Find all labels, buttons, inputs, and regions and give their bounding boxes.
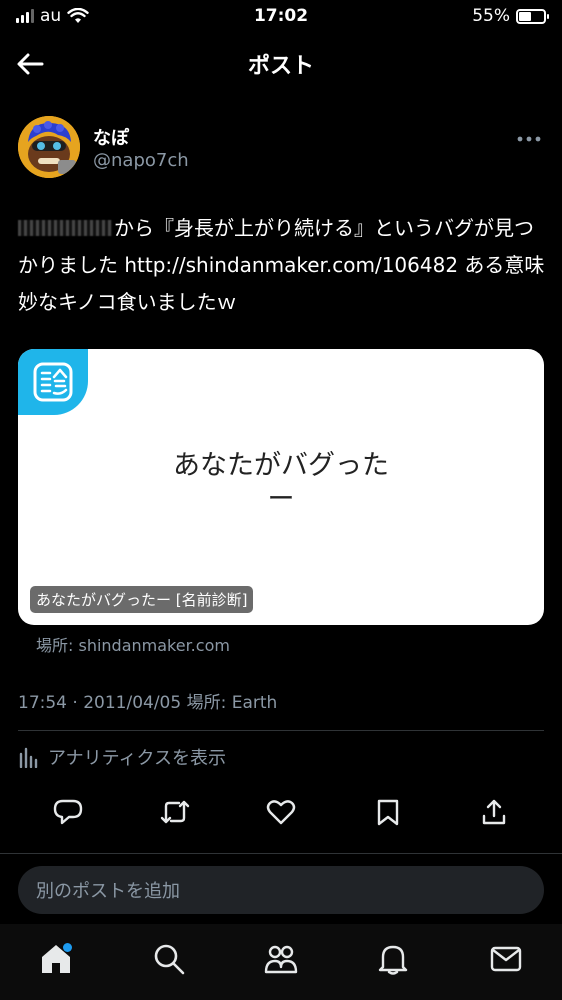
repost-icon (160, 800, 189, 824)
repost-button[interactable] (159, 796, 191, 828)
signal-icon (16, 9, 34, 23)
status-bar: au 17:02 55% (0, 0, 562, 32)
comment-icon (53, 799, 83, 825)
page-title: ポスト (247, 54, 314, 79)
tab-home[interactable] (34, 937, 78, 981)
tab-search[interactable] (147, 937, 191, 981)
wifi-icon (67, 8, 89, 23)
top-navigation-bar: ポスト (0, 32, 562, 96)
author-display-name[interactable]: なぽ (93, 124, 129, 150)
bell-icon (379, 945, 408, 975)
more-options-button[interactable] (516, 132, 542, 143)
like-button[interactable] (265, 796, 297, 828)
avatar[interactable] (18, 116, 80, 178)
bookmark-button[interactable] (372, 796, 404, 828)
bottom-tab-bar (0, 924, 562, 1000)
mail-icon (490, 946, 521, 972)
post-timestamp: 17:54 · 2011/04/05 場所: Earth (18, 693, 278, 713)
analytics-label: アナリティクスを表示 (48, 748, 227, 769)
share-icon (482, 799, 506, 825)
battery-percent: 55% (472, 6, 510, 26)
status-left: au (16, 6, 89, 26)
bar-chart-icon (19, 747, 38, 768)
view-analytics-link[interactable]: アナリティクスを表示 (18, 744, 226, 770)
divider (0, 853, 562, 854)
shindanmaker-logo (18, 349, 88, 415)
more-horizontal-icon (517, 136, 541, 142)
status-right: 55% (472, 6, 549, 26)
battery-icon (516, 8, 549, 24)
card-domain[interactable]: 場所: shindanmaker.com (36, 632, 230, 656)
diagnosis-icon (33, 362, 73, 402)
card-title-line-1: あなたがバグった (173, 450, 389, 481)
share-button[interactable] (478, 796, 510, 828)
communities-icon (264, 945, 298, 974)
back-button[interactable] (14, 50, 46, 78)
search-icon (154, 944, 184, 975)
carrier-label: au (40, 6, 62, 26)
redacted-text (18, 220, 112, 236)
tab-notifications[interactable] (371, 937, 415, 981)
post-actions (18, 790, 544, 834)
author-handle[interactable]: @napo7ch (93, 150, 189, 171)
tab-messages[interactable] (484, 937, 528, 981)
battery-level (519, 11, 532, 21)
heart-icon (266, 800, 296, 825)
bookmark-icon (377, 799, 398, 826)
post-text: から『身長が上がり続ける』というバグが見つかりました http://shinda… (18, 210, 548, 321)
avatar-image (18, 116, 80, 178)
card-caption: あなたがバグったー [名前診断] (30, 586, 254, 613)
card-title: あなたがバグった ー (18, 449, 544, 517)
tab-communities[interactable] (259, 937, 303, 981)
arrow-left-icon (17, 53, 44, 75)
divider (18, 730, 544, 731)
author-row: なぽ @napo7ch (18, 116, 546, 178)
add-post-input[interactable]: 別のポストを追加 (18, 866, 544, 914)
card-title-line-2: ー (267, 484, 295, 515)
reply-button[interactable] (52, 796, 84, 828)
link-card[interactable]: あなたがバグった ー あなたがバグったー [名前診断] (18, 349, 544, 625)
